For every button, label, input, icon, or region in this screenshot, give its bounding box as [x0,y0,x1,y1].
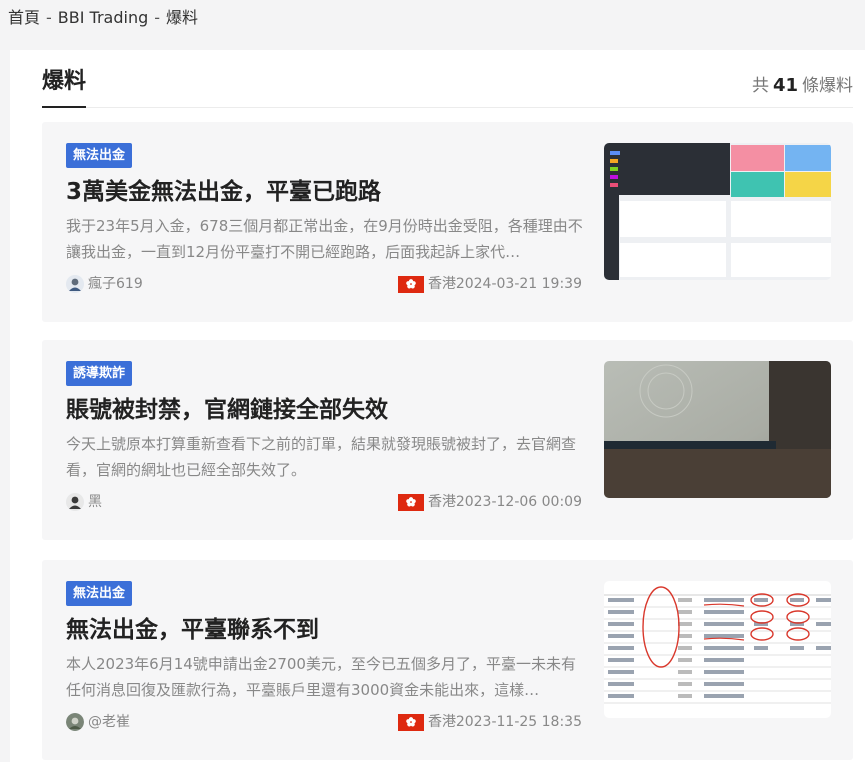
card-meta: 黑 香港 2023-12-06 00:09 [66,490,582,514]
exposure-card[interactable]: 無法出金 3萬美金無法出金，平臺已跑路 我于23年5月入金，678三個月都正常出… [42,122,853,322]
section-title: 爆料 [42,67,87,108]
breadcrumb-home[interactable]: 首頁 [8,8,40,27]
breadcrumb-broker[interactable]: BBI Trading [58,8,148,27]
evidence-thumbnail[interactable] [604,581,831,718]
location: 香港 [398,272,456,296]
location: 香港 [398,710,456,734]
hong-kong-flag-icon [398,713,424,731]
card-meta: 瘋子619 香港 2024-03-21 19:39 [66,272,582,296]
location: 香港 [398,490,456,514]
hong-kong-flag-icon [398,275,424,293]
hong-kong-flag-icon [398,493,424,511]
exposure-count: 共 41 條爆料 [752,74,853,98]
breadcrumb-separator: - [46,8,52,27]
card-title[interactable]: 賬號被封禁，官網鏈接全部失效 [66,394,586,426]
card-excerpt: 本人2023年6月14號申請出金2700美元，至今已五個多月了，平臺一未未有任何… [66,655,576,699]
count-number: 41 [772,75,798,96]
breadcrumb: 首頁 - BBI Trading - 爆料 [8,6,198,30]
exposure-panel: 爆料 共 41 條爆料 無法出金 3萬美金無法出金，平臺已跑路 我于23年5月入金，… [10,50,865,762]
location-name: 香港 [428,494,456,510]
author[interactable]: @老崔 [66,710,130,734]
category-tag[interactable]: 無法出金 [66,581,133,606]
count-prefix: 共 [751,76,769,96]
exposure-card[interactable]: 誘導欺詐 賬號被封禁，官網鏈接全部失效 今天上號原本打算重新查看下之前的訂單，結… [42,340,853,540]
card-title[interactable]: 3萬美金無法出金，平臺已跑路 [66,176,586,208]
card-excerpt: 我于23年5月入金，678三個月都正常出金，在9月份時出金受阻，各種理由不讓我出… [66,217,583,261]
post-date: 2024-03-21 19:39 [455,276,582,292]
card-excerpt: 今天上號原本打算重新查看下之前的訂單，結果就發現賬號被封了，去官網查看，官網的網… [66,435,577,479]
breadcrumb-current: 爆料 [166,8,199,27]
card-meta: @老崔 香港 2023-11-25 18:35 [66,710,582,734]
category-tag[interactable]: 無法出金 [66,143,133,168]
author[interactable]: 瘋子619 [66,272,143,296]
category-tag[interactable]: 誘導欺詐 [66,361,133,386]
author-name: 黑 [88,494,102,510]
user-avatar-icon [66,713,84,731]
user-avatar-icon [66,275,84,293]
breadcrumb-separator: - [154,8,161,27]
evidence-thumbnail[interactable] [604,361,831,498]
location-name: 香港 [428,276,456,292]
author-name: @老崔 [88,714,130,730]
section-header: 爆料 共 41 條爆料 [42,50,853,108]
card-title[interactable]: 無法出金，平臺聯系不到 [66,614,586,646]
count-suffix: 條爆料 [802,76,853,96]
evidence-thumbnail[interactable] [604,143,831,280]
author[interactable]: 黑 [66,490,102,514]
author-name: 瘋子619 [88,276,143,292]
user-avatar-icon [66,493,84,511]
location-name: 香港 [428,714,456,730]
exposure-card[interactable]: 無法出金 無法出金，平臺聯系不到 本人2023年6月14號申請出金2700美元，… [42,560,853,760]
post-date: 2023-11-25 18:35 [455,714,582,730]
post-date: 2023-12-06 00:09 [455,494,582,510]
